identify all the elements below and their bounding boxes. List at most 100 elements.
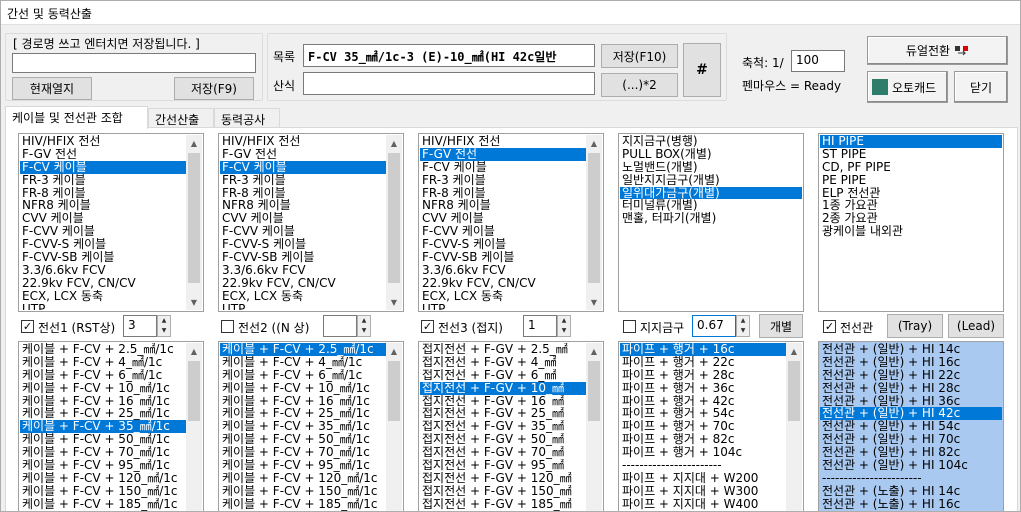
list-item[interactable]: 파이프 + 지지대 + W400 [620,498,786,511]
list-item[interactable]: CVV 케이블 [220,212,386,225]
list-item[interactable]: 2종 가요관 [820,212,1002,225]
save-f10-button[interactable]: 저장(F10) [601,44,678,68]
wire2-count-input[interactable] [323,315,357,337]
wire2-spinner[interactable]: ▲ ▼ [357,315,371,337]
list-item[interactable]: F-CVV-S 케이블 [20,238,186,251]
list-item[interactable]: 파이프 + 행거 + 54c [620,407,786,420]
list-item[interactable]: 케이블 + F-CV + 10_㎟/1c [20,382,186,395]
list-item[interactable]: 3.3/6.6kv FCV [20,264,186,277]
list-item[interactable]: 일위대가금구(개별) [620,186,802,200]
list-item[interactable]: F-CVV-SB 케이블 [220,251,386,264]
spin-up-icon[interactable]: ▲ [737,316,749,326]
list-item[interactable]: F-GV 전선 [220,148,386,161]
scale-input[interactable]: 100 [791,50,845,72]
individual-button[interactable]: 개별 [759,314,803,338]
wire3-count-input[interactable]: 1 [523,315,557,337]
autocad-button[interactable]: 오토캐드 [867,71,948,103]
conduit-size-list[interactable]: 전선관 + (일반) + HI 14c 전선관 + (일반) + HI 16c 전선… [818,341,1004,511]
list-item[interactable]: 파이프 + 행거 + 16c [620,343,786,356]
list-item[interactable]: NFR8 케이블 [220,199,386,212]
list-item[interactable]: 접지전선 + F-GV + 6_㎟ [420,369,586,382]
list-item[interactable]: F-GV 전선 [420,147,586,161]
list-item[interactable]: UTP [220,303,386,310]
list-item[interactable]: F-CVV 케이블 [420,225,586,238]
paren-multiply-button[interactable]: (...)*2 [601,73,678,97]
list-item[interactable]: CD, PF PIPE [820,161,1002,174]
list-item[interactable]: ELP 전선관 [820,187,1002,200]
ground-wire-list[interactable]: 접지전선 + F-GV + 2.5_㎟ 접지전선 + F-GV + 4_㎟ 접지전선… [418,341,604,511]
list-item[interactable]: 전선관 + (일반) + HI 70c [820,433,1002,446]
close-button[interactable]: 닫기 [954,71,1008,103]
list-item[interactable]: 케이블 + F-CV + 2.5_㎟/1c [220,343,386,356]
calc-formula-input[interactable] [303,72,595,95]
scroll-down-icon[interactable]: ▼ [586,294,602,310]
list-item[interactable]: 접지전선 + F-GV + 10_㎟ [420,381,586,395]
list-item[interactable]: 지지금구(병행) [620,135,802,148]
list-item[interactable]: FR-3 케이블 [420,174,586,187]
cable-type-list-2[interactable]: HIV/HFIX 전선 F-GV 전선 F-CV 케이블 FR-3 케이블 FR-8 케… [218,133,404,312]
list-item[interactable]: 노멀밴드(개별) [620,161,802,174]
list-item[interactable]: 케이블 + F-CV + 70_㎟/1c [20,446,186,459]
tray-button[interactable]: (Tray) [887,314,943,338]
list-item[interactable]: 전선관 + (노출) + HI 14c [820,485,1002,498]
list-item[interactable]: 전선관 + (일반) + HI 14c [820,343,1002,356]
wire1-checkbox[interactable]: ✓ [21,320,34,333]
list-item[interactable]: 케이블 + F-CV + 2.5_㎟/1c [20,343,186,356]
support-spinner[interactable]: ▲ ▼ [736,315,750,337]
list-item[interactable]: 케이블 + F-CV + 6_㎟/1c [20,369,186,382]
list-item[interactable]: 케이블 + F-CV + 95_㎟/1c [20,459,186,472]
spin-up-icon[interactable]: ▲ [358,316,370,326]
list-item[interactable]: 3.3/6.6kv FCV [220,264,386,277]
list-item[interactable]: 케이블 + F-CV + 185_㎟/1c [220,498,386,511]
scrollbar[interactable]: ▲ ▼ [386,135,402,310]
list-item[interactable]: 파이프 + 행거 + 104c [620,446,786,459]
tab-cable-conduit[interactable]: 케이블 및 전선관 조합 [5,106,148,129]
list-item[interactable]: 케이블 + F-CV + 25_㎟/1c [20,407,186,420]
list-item[interactable]: PULL BOX(개별) [620,148,802,161]
list-item[interactable]: 케이블 + F-CV + 50_㎟/1c [20,433,186,446]
conduit-type-list[interactable]: HI PIPE ST PIPE CD, PF PIPE PE PIPE ELP 전선관 1… [818,133,1004,312]
list-item[interactable]: 전선관 + (일반) + HI 104c [820,459,1002,472]
list-item[interactable]: 터미널류(개별) [620,199,802,212]
list-item[interactable]: HIV/HFIX 전선 [20,135,186,148]
list-item[interactable]: 전선관 + (일반) + HI 82c [820,446,1002,459]
list-item[interactable]: NFR8 케이블 [420,199,586,212]
wire1-spinner[interactable]: ▲ ▼ [157,315,171,337]
list-item[interactable]: 케이블 + F-CV + 35_㎟/1c [20,420,186,434]
list-item[interactable]: 케이블 + F-CV + 50_㎟/1c [220,433,386,446]
list-item[interactable]: F-CVV 케이블 [220,225,386,238]
wire3-checkbox[interactable]: ✓ [421,320,434,333]
tab-feeder-calc[interactable]: 간선산출 [148,108,214,128]
spin-down-icon[interactable]: ▼ [558,326,570,336]
list-item[interactable]: 접지전선 + F-GV + 185_㎟ [420,498,586,511]
list-item[interactable]: 전선관 + (일반) + HI 36c [820,395,1002,408]
list-item[interactable]: 케이블 + F-CV + 150_㎟/1c [20,485,186,498]
support-checkbox[interactable] [623,320,636,333]
list-item[interactable]: 맨홀, 터파기(개별) [620,212,802,225]
scrollbar[interactable]: ▲ [186,343,202,511]
list-item[interactable]: 접지전선 + F-GV + 35_㎟ [420,420,586,433]
scroll-up-icon[interactable]: ▲ [586,343,602,359]
scroll-up-icon[interactable]: ▲ [586,135,602,151]
list-item[interactable]: F-CV 케이블 [420,161,586,174]
list-item[interactable]: F-CV 케이블 [220,160,386,174]
list-item[interactable]: 접지전선 + F-GV + 120_㎟ [420,472,586,485]
list-item[interactable]: 케이블 + F-CV + 70_㎟/1c [220,446,386,459]
list-item[interactable]: 케이블 + F-CV + 6_㎟/1c [220,369,386,382]
list-item[interactable]: 케이블 + F-CV + 120_㎟/1c [20,472,186,485]
conduit-checkbox[interactable]: ✓ [823,320,836,333]
list-item[interactable]: 케이블 + F-CV + 95_㎟/1c [220,459,386,472]
list-item[interactable]: HI PIPE [820,135,1002,148]
list-item[interactable]: 파이프 + 지지대 + W200 [620,472,786,485]
scrollbar[interactable]: ▲ [586,343,602,511]
dual-switch-button[interactable]: 듀얼전환 [867,36,1008,65]
list-item[interactable]: 일반지지금구(개별) [620,174,802,187]
list-item[interactable]: 케이블 + F-CV + 25_㎟/1c [220,407,386,420]
ground-type-list[interactable]: 지지금구(병행) PULL BOX(개별) 노멀밴드(개별) 일반지지금구(개별) 일위… [618,133,804,312]
list-item[interactable]: 케이블 + F-CV + 16_㎟/1c [20,395,186,408]
list-item[interactable]: F-CVV 케이블 [20,225,186,238]
list-item[interactable]: 케이블 + F-CV + 185_㎟/1c [20,498,186,511]
spin-down-icon[interactable]: ▼ [737,326,749,336]
list-item[interactable]: 케이블 + F-CV + 150_㎟/1c [220,485,386,498]
cable-type-list-1[interactable]: HIV/HFIX 전선 F-GV 전선 F-CV 케이블 FR-3 케이블 FR-8 케… [18,133,204,312]
